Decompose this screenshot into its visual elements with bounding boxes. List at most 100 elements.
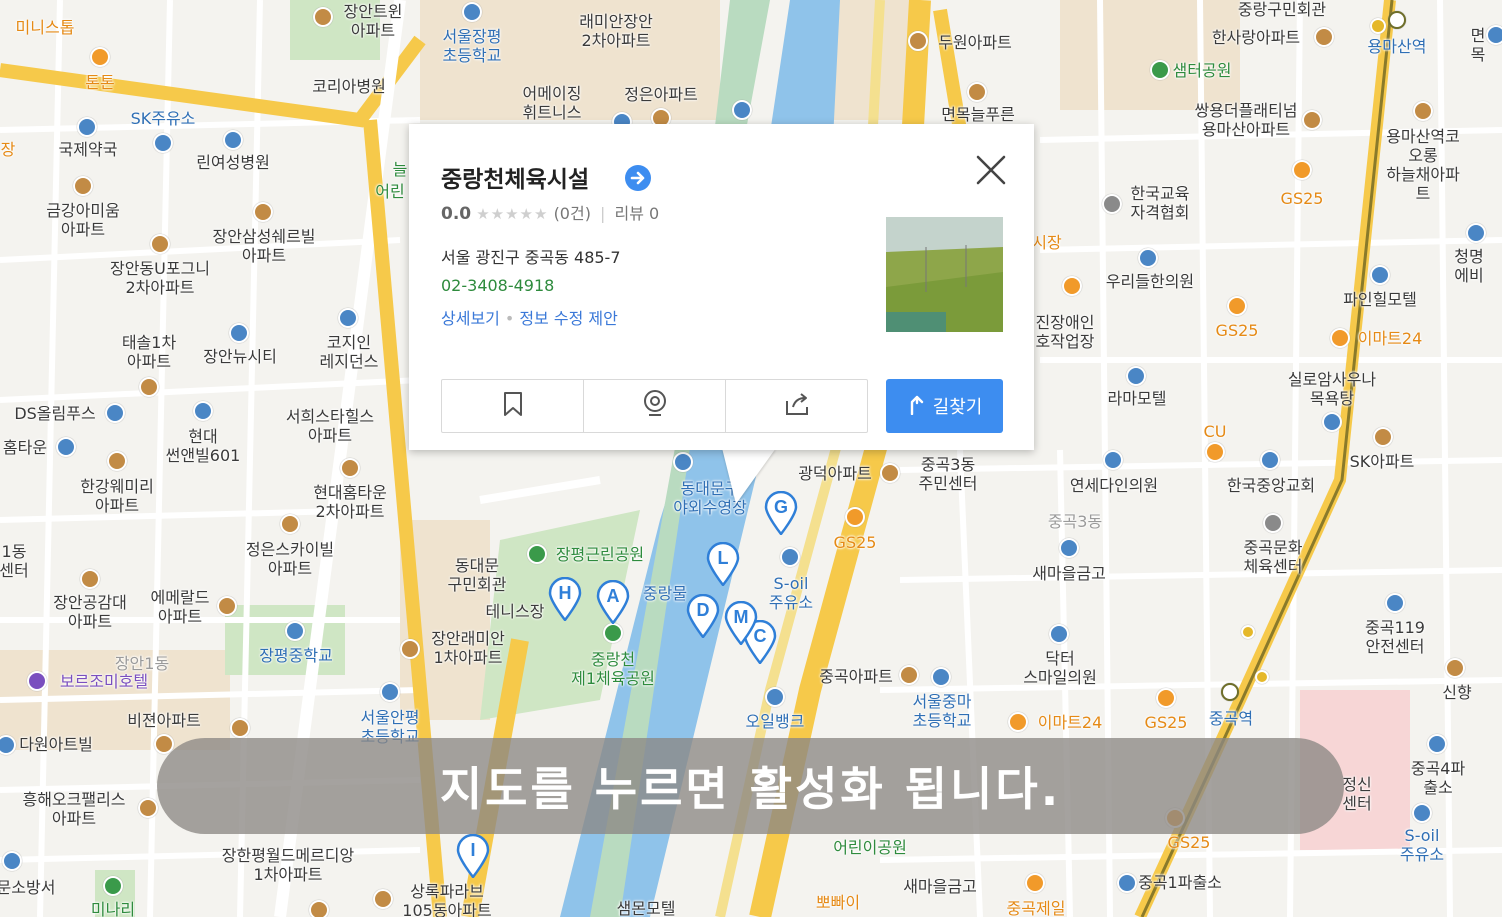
result-marker-a[interactable]: A (596, 580, 630, 624)
subway-line-4-icon[interactable] (1241, 625, 1255, 639)
subway-line-7-icon[interactable] (1388, 11, 1406, 29)
poi-hotel-icon[interactable] (1370, 265, 1390, 285)
poi-school-icon[interactable] (462, 2, 482, 22)
poi-firestation-icon[interactable] (2, 851, 22, 871)
place-phone[interactable]: 02-3408-4918 (441, 276, 554, 295)
poi-pool-icon[interactable] (673, 452, 693, 472)
poi-gs25-icon[interactable] (1227, 296, 1247, 316)
result-marker-i[interactable]: I (456, 834, 490, 878)
poi-apartment-icon[interactable] (1413, 101, 1433, 121)
poi-apartment-icon[interactable] (1314, 27, 1334, 47)
poi-building-icon[interactable] (105, 403, 125, 423)
poi-apartment-icon[interactable] (107, 451, 127, 471)
poi-bank-icon[interactable] (1059, 538, 1079, 558)
poi-gas-icon[interactable] (765, 687, 785, 707)
poi-building-icon[interactable] (193, 401, 213, 421)
poi-building-icon[interactable] (229, 323, 249, 343)
poi-park-icon[interactable] (527, 544, 547, 564)
poi-building-icon[interactable] (56, 437, 76, 457)
review-count[interactable]: (0건) (554, 204, 591, 223)
poi-school-icon[interactable] (380, 682, 400, 702)
poi-park-icon[interactable] (103, 876, 123, 896)
subway-line-1-icon[interactable] (1255, 670, 1269, 684)
poi-medical-icon[interactable] (1138, 248, 1158, 268)
review-label[interactable]: 리뷰 0 (615, 204, 660, 223)
poi-building-icon[interactable] (1102, 194, 1122, 214)
poi-firestation-icon[interactable] (1385, 593, 1405, 613)
poi-emart24-icon[interactable] (1008, 712, 1028, 732)
poi-apartment-icon[interactable] (139, 377, 159, 397)
poi-apartment-icon[interactable] (150, 234, 170, 254)
poi-police-icon[interactable] (1117, 873, 1137, 893)
poi-bath-icon[interactable] (1322, 412, 1342, 432)
poi-apartment-icon[interactable] (313, 7, 333, 27)
result-marker-m[interactable]: M (724, 601, 758, 645)
poi-medical-icon[interactable] (1103, 450, 1123, 470)
poi-apartment-icon[interactable] (899, 665, 919, 685)
poi-hotel-icon[interactable] (27, 671, 47, 691)
poi-apartment-icon[interactable] (340, 458, 360, 478)
result-marker-d[interactable]: D (686, 594, 720, 638)
close-icon[interactable] (973, 152, 1009, 188)
poi-gas-icon[interactable] (780, 547, 800, 567)
poi-school-icon[interactable] (285, 621, 305, 641)
poi-gs25-icon[interactable] (1156, 688, 1176, 708)
poi-medical-icon[interactable] (77, 117, 97, 137)
poi-apartment-icon[interactable] (880, 463, 900, 483)
map-label: 국제약국 (58, 140, 118, 159)
detail-link[interactable]: 상세보기 (441, 309, 500, 328)
map-label: 실로암사우나 목욕탕 (1287, 370, 1377, 408)
poi-gas-icon[interactable] (153, 133, 173, 153)
place-detail-arrow-icon[interactable] (625, 165, 651, 191)
subway-line-7-icon[interactable] (1221, 683, 1239, 701)
poi-apartment-icon[interactable] (73, 176, 93, 196)
map-label: 용마산역 (1367, 37, 1427, 56)
poi-cu-icon[interactable] (1205, 442, 1225, 462)
poi-apartment-icon[interactable] (309, 900, 329, 917)
poi-store-icon[interactable] (90, 47, 110, 67)
edit-suggestion-link[interactable]: 정보 수정 제안 (519, 309, 618, 328)
poi-apartment-icon[interactable] (400, 639, 420, 659)
result-marker-l[interactable]: L (706, 542, 740, 586)
poi-gs25-icon[interactable] (845, 507, 865, 527)
poi-apartment-icon[interactable] (1373, 427, 1393, 447)
poi-apartment-icon[interactable] (1445, 658, 1465, 678)
poi-apartment-icon[interactable] (1302, 110, 1322, 130)
poi-apartment-icon[interactable] (908, 31, 928, 51)
directions-button[interactable]: 길찾기 (886, 379, 1003, 433)
poi-hospital-icon[interactable] (223, 130, 243, 150)
poi-apartment-icon[interactable] (230, 718, 250, 738)
poi-gas-icon[interactable] (1412, 803, 1432, 823)
poi-medical-icon[interactable] (1049, 624, 1069, 644)
poi-apartment-icon[interactable] (967, 82, 987, 102)
poi-building-icon[interactable] (732, 100, 752, 120)
poi-gs25-icon[interactable] (1292, 160, 1312, 180)
place-title[interactable]: 중랑천체육시설 (441, 160, 589, 194)
poi-store-icon[interactable] (1025, 873, 1045, 893)
poi-food-icon[interactable] (1062, 276, 1082, 296)
result-marker-h[interactable]: H (548, 577, 582, 621)
poi-emart24-icon[interactable] (1330, 328, 1350, 348)
poi-apartment-icon[interactable] (217, 596, 237, 616)
place-thumbnail[interactable] (886, 217, 1003, 332)
poi-apartment-icon[interactable] (373, 889, 393, 909)
poi-apartment-icon[interactable] (138, 798, 158, 818)
poi-hotel-icon[interactable] (1126, 366, 1146, 386)
poi-building-icon[interactable] (338, 308, 358, 328)
poi-apartment-icon[interactable] (253, 202, 273, 222)
subway-line-3-icon[interactable] (1370, 18, 1386, 34)
poi-park-icon[interactable] (603, 623, 623, 643)
poi-police-icon[interactable] (1427, 734, 1447, 754)
roadview-button[interactable] (584, 380, 726, 432)
poi-building-icon[interactable] (1263, 513, 1283, 533)
poi-church-icon[interactable] (1260, 450, 1280, 470)
poi-school-icon[interactable] (931, 667, 951, 687)
map-label: 장안뉴시티 (203, 347, 277, 366)
share-button[interactable] (726, 380, 867, 432)
poi-apartment-icon[interactable] (280, 514, 300, 534)
save-button[interactable] (442, 380, 584, 432)
poi-building-icon[interactable] (1466, 223, 1486, 243)
poi-apartment-icon[interactable] (80, 569, 100, 589)
map-activate-overlay[interactable]: 지도를 누르면 활성화 됩니다. (157, 738, 1344, 834)
poi-park-icon[interactable] (1150, 60, 1170, 80)
